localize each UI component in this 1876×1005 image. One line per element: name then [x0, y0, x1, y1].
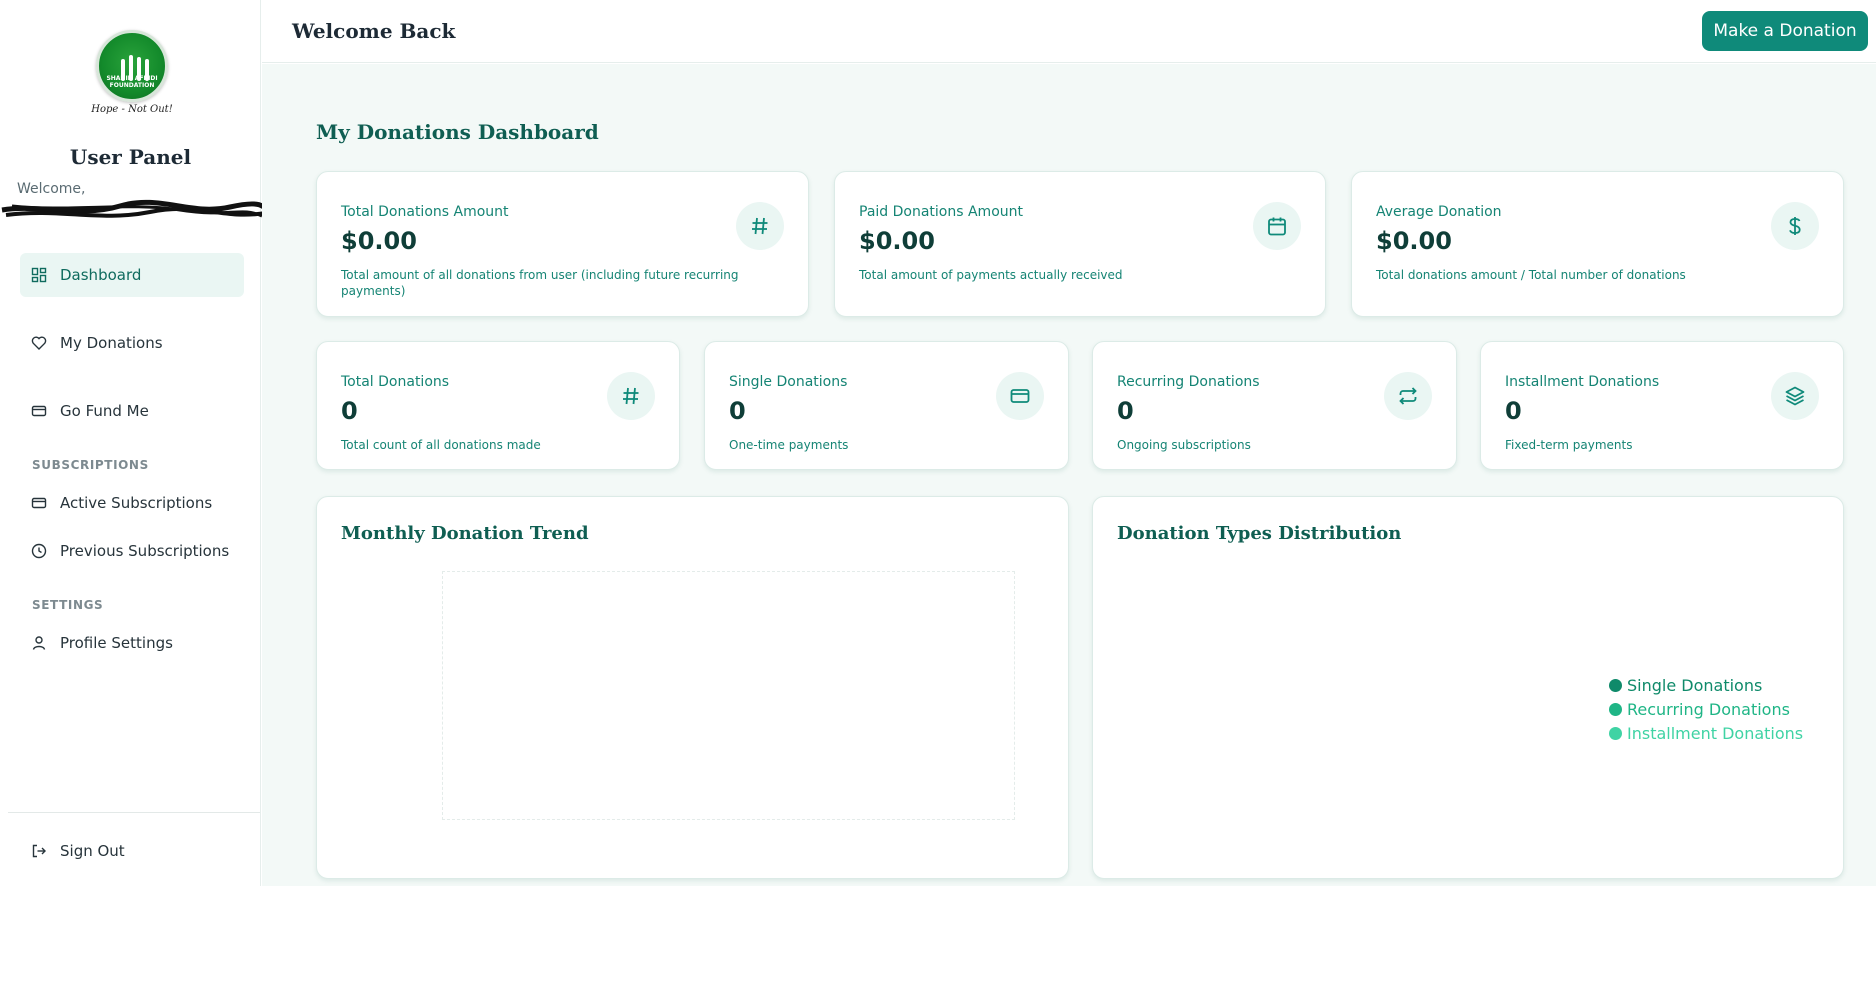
legend-item-single[interactable]: Single Donations [1609, 673, 1803, 697]
donation-types-distribution-card: Donation Types Distribution Single Donat… [1092, 496, 1844, 879]
stat-description: Total count of all donations made [341, 438, 541, 452]
sidebar-divider [8, 812, 260, 813]
legend-swatch [1609, 726, 1622, 740]
hash-icon [736, 202, 784, 250]
stat-description: Total amount of payments actually receiv… [859, 268, 1123, 282]
stat-description: Fixed-term payments [1505, 438, 1633, 452]
chart-title: Monthly Donation Trend [341, 523, 589, 544]
stat-card-total-donations: Total Donations 0 Total count of all don… [316, 341, 680, 470]
sidebar-item-go-fund-me[interactable]: Go Fund Me [20, 389, 244, 433]
sidebar-item-previous-subscriptions[interactable]: Previous Subscriptions [20, 529, 244, 573]
sign-out-icon [32, 844, 46, 858]
calendar-icon [1253, 202, 1301, 250]
legend-label: Recurring Donations [1627, 699, 1790, 719]
welcome-label: Welcome, [17, 181, 86, 197]
stat-card-single-donations: Single Donations 0 One-time payments [704, 341, 1069, 470]
stat-card-average-donation: Average Donation $0.00 Total donations a… [1351, 171, 1844, 317]
stat-description: One-time payments [729, 438, 849, 452]
sidebar-item-label: Active Subscriptions [60, 494, 213, 512]
monthly-donation-trend-card: Monthly Donation Trend [316, 496, 1069, 879]
dashboard-title: My Donations Dashboard [316, 120, 599, 144]
sidebar-item-profile-settings[interactable]: Profile Settings [20, 621, 244, 665]
stat-description: Ongoing subscriptions [1117, 438, 1251, 452]
main-content: My Donations Dashboard Total Donations A… [262, 64, 1876, 886]
stat-card-recurring-donations: Recurring Donations 0 Ongoing subscripti… [1092, 341, 1457, 470]
dashboard-grid-icon [31, 267, 47, 283]
sidebar-item-active-subscriptions[interactable]: Active Subscriptions [20, 481, 244, 525]
stat-value: 0 [729, 397, 746, 425]
subscriptions-section-heading: SUBSCRIPTIONS [32, 458, 149, 472]
stat-value: $0.00 [1376, 227, 1452, 255]
stat-card-installment-donations: Installment Donations 0 Fixed-term payme… [1480, 341, 1844, 470]
clock-icon [31, 543, 47, 559]
sidebar-item-dashboard[interactable]: Dashboard [20, 253, 244, 297]
heart-icon [31, 336, 47, 350]
logo-text: SHAHID AFRIDI FOUNDATION [106, 75, 158, 89]
legend-item-installment[interactable]: Installment Donations [1609, 721, 1803, 745]
credit-card-icon [996, 372, 1044, 420]
stat-card-paid-donations-amount: Paid Donations Amount $0.00 Total amount… [834, 171, 1326, 317]
redacted-username-scribble [1, 199, 271, 218]
dollar-icon [1771, 202, 1819, 250]
panel-title: User Panel [69, 145, 192, 169]
stat-label: Total Donations Amount [341, 204, 509, 220]
sidebar-item-label: Profile Settings [60, 634, 173, 652]
layers-icon [1771, 372, 1819, 420]
repeat-icon [1384, 372, 1432, 420]
chart-title: Donation Types Distribution [1117, 523, 1402, 544]
credit-card-icon [31, 405, 47, 417]
sidebar-item-label: Dashboard [60, 266, 142, 284]
stat-value: $0.00 [859, 227, 935, 255]
sidebar-item-label: My Donations [60, 334, 163, 352]
stat-description: Total amount of all donations from user … [341, 268, 739, 298]
hash-icon [607, 372, 655, 420]
sign-out-label: Sign Out [60, 842, 125, 860]
stat-label: Paid Donations Amount [859, 204, 1023, 220]
credit-card-icon [31, 497, 47, 509]
chart-legend: Single Donations Recurring Donations Ins… [1609, 673, 1803, 745]
logo-tagline: Hope - Not Out! [91, 104, 173, 115]
stat-value: 0 [1117, 397, 1134, 425]
sign-out-button[interactable]: Sign Out [20, 829, 244, 873]
foundation-logo[interactable]: SHAHID AFRIDI FOUNDATION [96, 30, 168, 102]
make-donation-button[interactable]: Make a Donation [1702, 11, 1868, 51]
page-title: Welcome Back [292, 19, 456, 43]
stat-value: $0.00 [341, 227, 417, 255]
stat-description: Total donations amount / Total number of… [1376, 268, 1686, 282]
sidebar: SHAHID AFRIDI FOUNDATION Hope - Not Out!… [0, 0, 271, 886]
stat-label: Installment Donations [1505, 374, 1660, 390]
stat-label: Average Donation [1376, 204, 1502, 220]
stat-label: Single Donations [729, 374, 848, 390]
stat-card-total-donations-amount: Total Donations Amount $0.00 Total amoun… [316, 171, 809, 317]
stat-value: 0 [341, 397, 358, 425]
trend-plot-area [442, 571, 1015, 820]
legend-label: Installment Donations [1627, 723, 1804, 743]
legend-item-recurring[interactable]: Recurring Donations [1609, 697, 1803, 721]
legend-swatch [1609, 702, 1622, 716]
settings-section-heading: SETTINGS [32, 598, 104, 612]
stat-value: 0 [1505, 397, 1522, 425]
sidebar-item-label: Previous Subscriptions [60, 542, 230, 560]
legend-swatch [1609, 678, 1622, 692]
user-icon [32, 636, 46, 650]
stat-label: Recurring Donations [1117, 374, 1260, 390]
top-header: Welcome Back Make a Donation [262, 0, 1876, 63]
stat-label: Total Donations [341, 374, 450, 390]
sidebar-item-my-donations[interactable]: My Donations [20, 321, 244, 365]
sidebar-item-label: Go Fund Me [60, 402, 149, 420]
legend-label: Single Donations [1627, 675, 1763, 695]
